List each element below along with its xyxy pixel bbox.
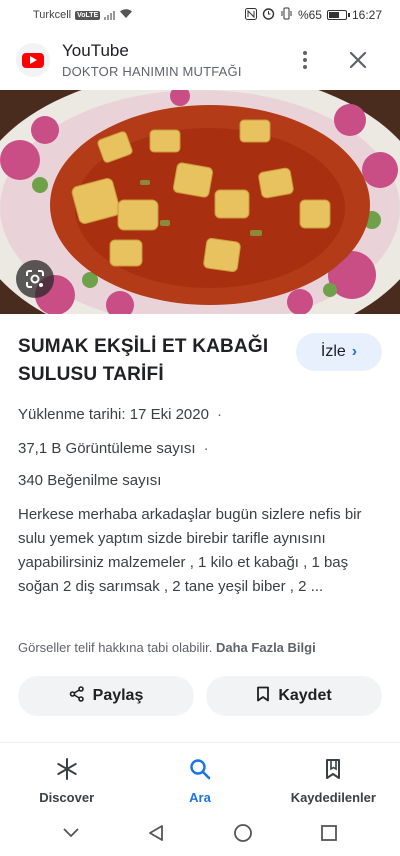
hero-image[interactable] [0, 90, 400, 314]
nav-collections[interactable]: Kaydedilenler [267, 743, 400, 814]
system-navigation-bar [0, 814, 400, 856]
youtube-logo-icon [16, 43, 50, 77]
nav-collections-label: Kaydedilenler [290, 790, 376, 805]
save-button[interactable]: Kaydet [206, 676, 382, 716]
vibrate-icon [280, 7, 293, 23]
clock: 16:27 [351, 8, 382, 22]
more-vert-icon[interactable] [294, 48, 316, 72]
wifi-icon [119, 8, 133, 22]
copyright-text: Görseller telif hakkına tabi olabilir. [18, 640, 213, 655]
meta-separator: · [203, 440, 209, 457]
food-photo [0, 90, 400, 314]
nav-discover[interactable]: Discover [0, 743, 133, 814]
channel-name: DOKTOR HANIMIN MUTFAĞI [62, 64, 242, 79]
upload-date-row: Yüklenme tarihi: 17 Eki 2020 · [18, 406, 222, 423]
battery-icon [326, 10, 350, 20]
views-row: 37,1 B Görüntüleme sayısı · [18, 440, 209, 457]
lens-icon[interactable] [16, 260, 54, 298]
save-label: Kaydet [278, 687, 332, 704]
source-name: YouTube [62, 41, 129, 60]
signal-icon [104, 10, 116, 20]
carrier-name: Turkcell [33, 9, 72, 21]
chevron-right-icon: › [351, 343, 358, 360]
nfc-icon [244, 7, 257, 23]
more-info-link[interactable]: Daha Fazla Bilgi [216, 640, 316, 655]
upload-date: Yüklenme tarihi: 17 Eki 2020 [18, 406, 209, 423]
home-icon[interactable] [233, 823, 253, 848]
like-count: 340 Beğenilme sayısı [18, 472, 162, 489]
bottom-navigation: Discover Ara Kaydedilenler [0, 742, 400, 814]
asterisk-icon [55, 757, 79, 784]
source-header: YouTube DOKTOR HANIMIN MUTFAĞI [0, 30, 400, 90]
nav-search-label: Ara [189, 790, 211, 805]
search-icon [188, 757, 212, 784]
video-title: SUMAK EKŞİLİ ET KABAĞI SULUSU TARİFİ [18, 336, 269, 385]
share-icon [69, 685, 85, 707]
back-icon[interactable] [147, 824, 165, 847]
collections-icon [321, 757, 345, 784]
source-info[interactable]: YouTube DOKTOR HANIMIN MUTFAĞI [62, 41, 242, 79]
share-button[interactable]: Paylaş [18, 676, 194, 716]
recents-icon[interactable] [320, 824, 338, 847]
alarm-icon [262, 7, 275, 23]
battery-percent: %65 [297, 8, 322, 22]
close-icon[interactable] [344, 46, 372, 74]
video-description: Herkese merhaba arkadaşlar bugün sizlere… [18, 506, 362, 595]
meta-separator: · [216, 406, 222, 423]
volte-badge: VoLTE [75, 10, 101, 20]
share-label: Paylaş [92, 687, 144, 704]
nav-discover-label: Discover [39, 790, 95, 805]
bookmark-icon [256, 686, 270, 707]
likes-row: 340 Beğenilme sayısı [18, 472, 161, 489]
chevron-down-icon[interactable] [62, 826, 80, 844]
watch-label: İzle [320, 343, 346, 360]
nav-search[interactable]: Ara [133, 743, 266, 814]
watch-button[interactable]: İzle › [296, 333, 382, 371]
view-count: 37,1 B Görüntüleme sayısı [18, 440, 196, 457]
status-bar: Turkcell VoLTE %65 16:27 [0, 0, 400, 30]
copyright-notice: Görseller telif hakkına tabi olabilir. D… [18, 640, 388, 655]
